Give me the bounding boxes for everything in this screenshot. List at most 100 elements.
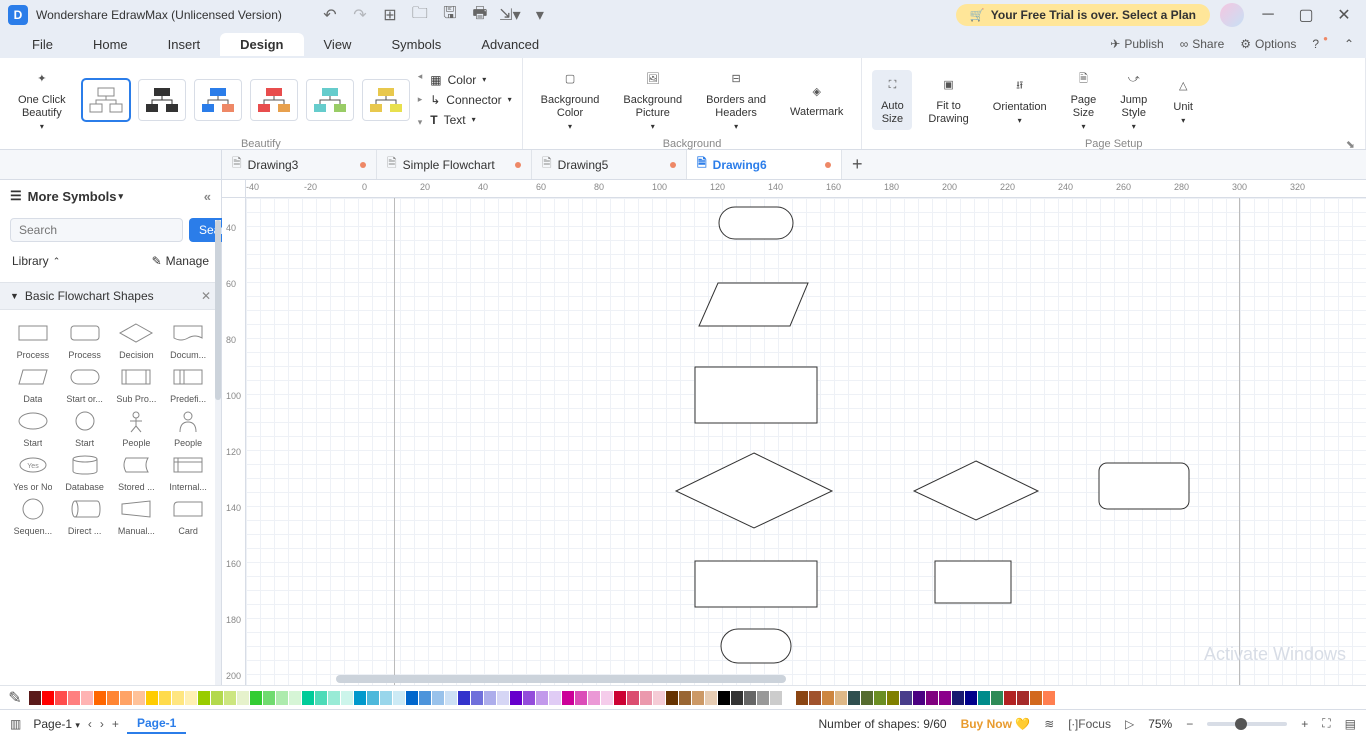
shape-item[interactable]: Stored ... (112, 452, 162, 492)
color-swatch[interactable] (29, 691, 41, 705)
shape-item[interactable]: Start (60, 408, 110, 448)
color-swatch[interactable] (42, 691, 54, 705)
color-swatch[interactable] (978, 691, 990, 705)
color-swatch[interactable] (432, 691, 444, 705)
shape-item[interactable]: Process (60, 320, 110, 360)
color-swatch[interactable] (1004, 691, 1016, 705)
search-input[interactable] (10, 218, 183, 242)
collapse-ribbon-icon[interactable]: ⌃ (1344, 37, 1354, 51)
panels-icon[interactable]: ▤ (1345, 717, 1356, 731)
color-swatch[interactable] (601, 691, 613, 705)
color-swatch[interactable] (744, 691, 756, 705)
add-tab-button[interactable]: + (842, 154, 873, 175)
shape-item[interactable]: Sequen... (8, 496, 58, 536)
sidebar-title[interactable]: More Symbols (28, 189, 117, 204)
doc-tab-drawing6[interactable]: 🗎Drawing6 (687, 150, 842, 179)
fit-window-icon[interactable]: ⛶ (1322, 716, 1330, 731)
color-swatch[interactable] (328, 691, 340, 705)
shape-item[interactable]: Start (8, 408, 58, 448)
color-swatch[interactable] (1017, 691, 1029, 705)
prev-page-icon[interactable]: ‹ (88, 717, 92, 731)
color-swatch[interactable] (94, 691, 106, 705)
color-swatch[interactable] (159, 691, 171, 705)
color-swatch[interactable] (276, 691, 288, 705)
text-dropdown[interactable]: TText▾ (430, 113, 511, 127)
color-swatch[interactable] (848, 691, 860, 705)
presentation-icon[interactable]: ▷ (1125, 717, 1134, 731)
color-swatch[interactable] (627, 691, 639, 705)
process-rounded-shape[interactable] (1098, 462, 1190, 510)
shape-item[interactable]: Predefi... (163, 364, 213, 404)
color-swatch[interactable] (913, 691, 925, 705)
color-swatch[interactable] (861, 691, 873, 705)
color-swatch[interactable] (120, 691, 132, 705)
doc-tab-drawing5[interactable]: 🗎Drawing5 (532, 150, 687, 179)
shape-item[interactable]: Card (163, 496, 213, 536)
next-page-icon[interactable]: › (100, 717, 104, 731)
color-swatch[interactable] (1043, 691, 1055, 705)
style-thumb-3[interactable] (194, 79, 242, 121)
bg-color-button[interactable]: ▢Background Color▾ (533, 64, 608, 136)
color-swatch[interactable] (692, 691, 704, 705)
color-swatch[interactable] (458, 691, 470, 705)
one-click-beautify-button[interactable]: ✦ One Click Beautify ▾ (10, 64, 74, 136)
color-swatch[interactable] (757, 691, 769, 705)
page-select[interactable]: Page-1 ▾ (33, 717, 80, 731)
borders-button[interactable]: ⊟Borders and Headers▾ (698, 64, 774, 136)
share-button[interactable]: ∞Share (1180, 37, 1225, 51)
style-thumb-1[interactable] (82, 79, 130, 121)
color-swatch[interactable] (783, 691, 795, 705)
menu-file[interactable]: File (12, 33, 73, 56)
shape-item[interactable]: People (112, 408, 162, 448)
trial-banner[interactable]: 🛒 Your Free Trial is over. Select a Plan (956, 4, 1210, 26)
connector-dropdown[interactable]: ↳Connector▾ (430, 93, 511, 107)
color-swatch[interactable] (289, 691, 301, 705)
maximize-button[interactable]: ▢ (1292, 4, 1320, 26)
shape-item[interactable]: Direct ... (60, 496, 110, 536)
menu-home[interactable]: Home (73, 33, 148, 56)
color-swatch[interactable] (133, 691, 145, 705)
help-button[interactable]: ?● (1312, 37, 1328, 51)
orientation-button[interactable]: ⭿Orientation▾ (985, 71, 1055, 130)
color-swatch[interactable] (497, 691, 509, 705)
decision-shape[interactable] (912, 460, 1040, 522)
minimize-button[interactable]: ─ (1254, 4, 1282, 26)
print-icon[interactable]: 🖶 (472, 7, 488, 23)
fit-drawing-button[interactable]: ▣Fit to Drawing (920, 70, 976, 130)
color-swatch[interactable] (666, 691, 678, 705)
color-swatch[interactable] (406, 691, 418, 705)
process-shape[interactable] (694, 366, 818, 424)
color-swatch[interactable] (224, 691, 236, 705)
shape-item[interactable]: YesYes or No (8, 452, 58, 492)
shape-item[interactable]: People (163, 408, 213, 448)
color-swatch[interactable] (263, 691, 275, 705)
shape-item[interactable]: Data (8, 364, 58, 404)
shape-item[interactable]: Database (60, 452, 110, 492)
library-link[interactable]: Library ⌃ (12, 254, 60, 268)
close-button[interactable]: ✕ (1330, 4, 1358, 26)
color-swatch[interactable] (588, 691, 600, 705)
color-swatch[interactable] (107, 691, 119, 705)
color-dropdown[interactable]: ▦Color▾ (430, 73, 511, 87)
color-swatch[interactable] (991, 691, 1003, 705)
color-swatch[interactable] (705, 691, 717, 705)
eyedropper-icon[interactable]: ✎ (6, 689, 24, 707)
export-icon[interactable]: ⇲▾ (502, 7, 518, 23)
color-swatch[interactable] (874, 691, 886, 705)
page-setup-launcher-icon[interactable]: ⬊ (1346, 138, 1355, 151)
color-swatch[interactable] (341, 691, 353, 705)
auto-size-button[interactable]: ⛶Auto Size (872, 70, 912, 130)
color-swatch[interactable] (965, 691, 977, 705)
menu-view[interactable]: View (304, 33, 372, 56)
color-swatch[interactable] (471, 691, 483, 705)
color-swatch[interactable] (653, 691, 665, 705)
decision-shape[interactable] (674, 452, 834, 530)
color-swatch[interactable] (315, 691, 327, 705)
color-swatch[interactable] (770, 691, 782, 705)
style-thumb-5[interactable] (306, 79, 354, 121)
color-swatch[interactable] (484, 691, 496, 705)
pages-panel-icon[interactable]: ▥ (10, 717, 21, 731)
color-swatch[interactable] (172, 691, 184, 705)
add-page-icon[interactable]: + (112, 717, 119, 731)
redo-icon[interactable]: ↷ (352, 7, 368, 23)
